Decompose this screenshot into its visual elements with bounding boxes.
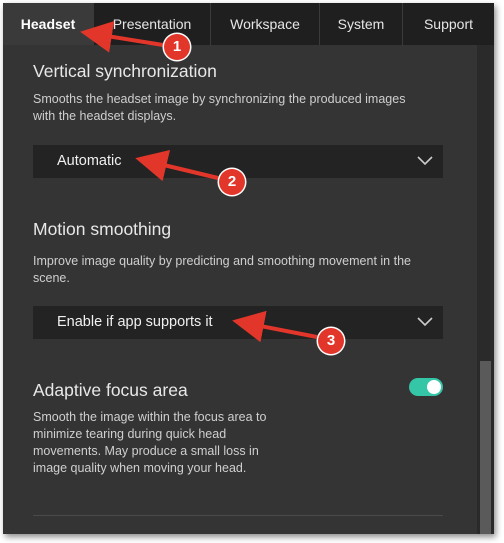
- annotation-arrow-3: [232, 310, 318, 343]
- annotation-arrow-1: [80, 20, 164, 53]
- annotation-arrow-2: [135, 150, 219, 182]
- annotation-badge-2: 2: [219, 169, 245, 195]
- annotation-arrows: [80, 20, 318, 343]
- annotation-badge-1: 1: [164, 34, 190, 60]
- annotation-badge-3: 3: [318, 328, 344, 354]
